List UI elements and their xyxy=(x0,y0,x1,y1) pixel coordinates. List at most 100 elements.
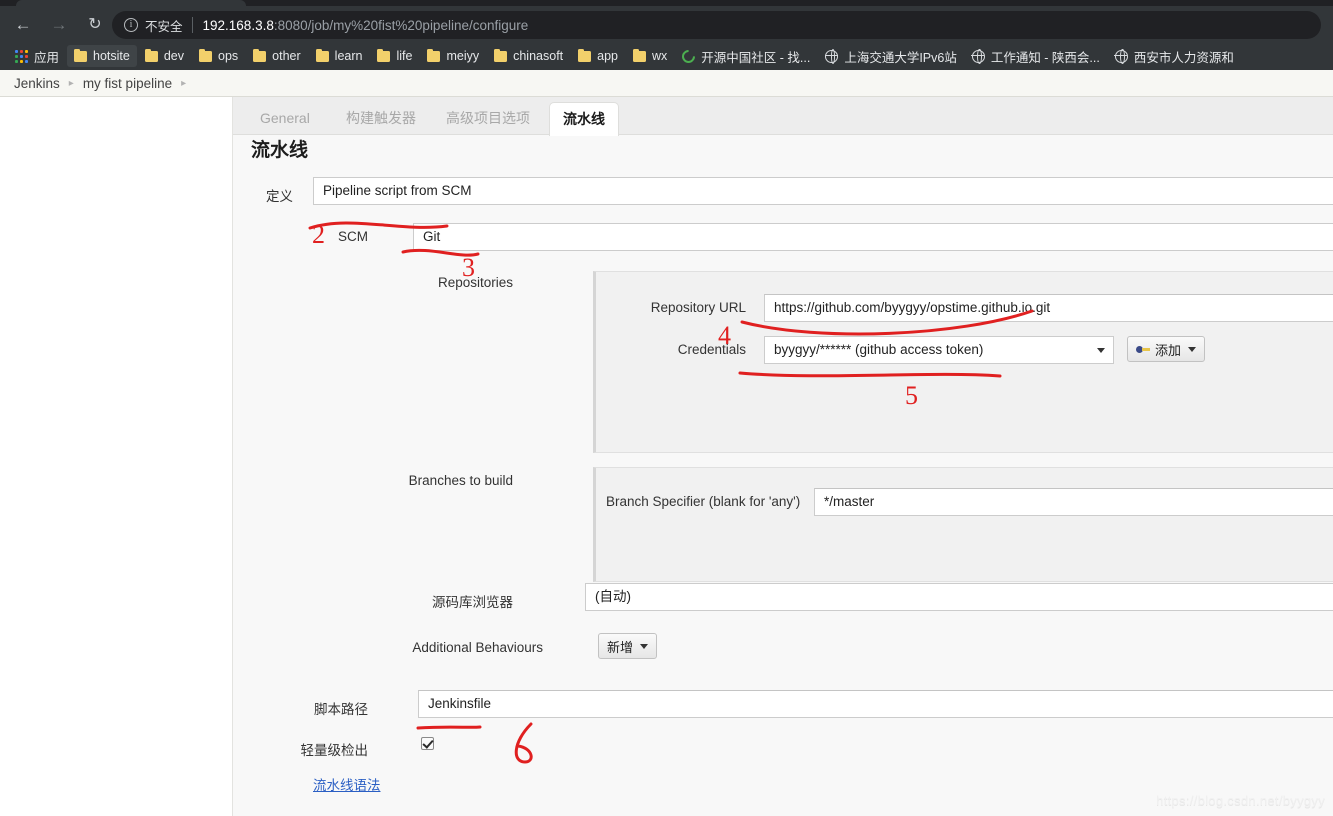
apps-grid-icon xyxy=(15,49,28,63)
folder-icon xyxy=(427,48,441,62)
tab-general[interactable]: General xyxy=(247,103,323,135)
additional-behaviours-label: Additional Behaviours xyxy=(412,640,543,655)
chevron-down-icon xyxy=(1097,348,1105,353)
browser-chrome: ← → ↻ i 不安全 192.168.3.8:8080/job/my%20fi… xyxy=(0,0,1333,70)
key-icon xyxy=(1136,345,1150,354)
bookmark-ops[interactable]: ops xyxy=(192,45,245,67)
bookmark-life[interactable]: life xyxy=(370,45,419,67)
bookmark-label: ops xyxy=(218,49,239,63)
bookmark-label: 西安市人力资源和 xyxy=(1133,50,1234,65)
branch-specifier-input[interactable]: */master xyxy=(814,488,1333,516)
lightweight-checkout-checkbox[interactable] xyxy=(421,737,434,750)
bookmark-label: life xyxy=(396,49,413,63)
url-path: :8080/job/my%20fist%20pipeline/configure xyxy=(273,17,529,33)
bookmark-应用[interactable]: 应用 xyxy=(8,45,66,67)
page-title: 流水线 xyxy=(251,140,309,161)
credentials-value: byygyy/****** (github access token) xyxy=(774,342,984,357)
globe-icon xyxy=(971,49,985,65)
omnibox-divider xyxy=(191,17,193,33)
folder-icon xyxy=(578,48,592,62)
pipeline-syntax-link[interactable]: 流水线语法 xyxy=(313,774,381,794)
bookmark-label: 开源中国社区 - 找... xyxy=(701,50,811,65)
breadcrumb-item-job[interactable]: my fist pipeline xyxy=(83,76,172,91)
watermark: https://blog.csdn.net/byygyy xyxy=(1156,793,1325,808)
pipeline-config-form: 流水线 定义 Pipeline script from SCM SCM Git … xyxy=(233,135,1333,816)
globe-icon xyxy=(824,49,839,65)
bookmark-hotsite[interactable]: hotsite xyxy=(67,45,137,67)
bookmark-label: other xyxy=(272,49,301,63)
breadcrumb-separator-icon: ▸ xyxy=(68,77,74,89)
bookmark-label: hotsite xyxy=(93,49,130,63)
tab-advanced-options[interactable]: 高级项目选项 xyxy=(433,103,543,135)
browser-window: ← → ↻ i 不安全 192.168.3.8:8080/job/my%20fi… xyxy=(0,0,1333,816)
bookmark-meiyy[interactable]: meiyy xyxy=(420,45,486,67)
bookmark-工作通知 - 陕西会...[interactable]: 工作通知 - 陕西会... xyxy=(965,45,1107,67)
folder-icon xyxy=(377,48,391,62)
bookmark-开源中国社区 - 找...[interactable]: 开源中国社区 - 找... xyxy=(675,45,817,67)
additional-behaviours-add-button[interactable]: 新增 xyxy=(598,633,658,659)
repo-browser-select[interactable]: (自动) xyxy=(585,583,1333,611)
browser-toolbar: ← → ↻ i 不安全 192.168.3.8:8080/job/my%20fi… xyxy=(0,6,1333,42)
repo-browser-label: 源码库浏览器 xyxy=(432,595,513,610)
url-text: 192.168.3.8:8080/job/my%20fist%20pipelin… xyxy=(203,18,529,33)
bookmark-other[interactable]: other xyxy=(246,45,308,67)
add-button-label: 添加 xyxy=(1155,342,1182,358)
bookmark-dev[interactable]: dev xyxy=(138,45,191,67)
add-credentials-button[interactable]: 添加 xyxy=(1127,336,1206,362)
bookmark-西安市人力资源和[interactable]: 西安市人力资源和 xyxy=(1108,45,1241,67)
bookmark-label: 应用 xyxy=(34,50,60,65)
bookmark-app[interactable]: app xyxy=(571,45,625,67)
folder-icon xyxy=(253,48,267,62)
lightweight-checkout-label: 轻量级检出 xyxy=(300,743,369,758)
chevron-down-icon xyxy=(1188,346,1197,352)
folder-icon xyxy=(144,48,158,62)
branch-specifier-label: Branch Specifier (blank for 'any') xyxy=(606,494,801,509)
globe-icon xyxy=(1114,49,1128,65)
scm-label: SCM xyxy=(338,229,368,244)
add-behaviour-label: 新增 xyxy=(607,639,634,655)
repository-url-input[interactable]: https://github.com/byygyy/opstime.github… xyxy=(764,294,1333,322)
repository-url-label: Repository URL xyxy=(650,300,746,315)
branches-to-build-label: Branches to build xyxy=(408,473,513,488)
branches-panel: Branch Specifier (blank for 'any') */mas… xyxy=(593,467,1333,582)
definition-select[interactable]: Pipeline script from SCM xyxy=(313,177,1333,205)
folder-icon xyxy=(315,48,329,62)
oschina-icon xyxy=(679,46,698,66)
credentials-label: Credentials xyxy=(677,342,746,357)
bookmark-learn[interactable]: learn xyxy=(309,45,370,67)
folder-icon xyxy=(74,48,88,62)
bookmark-label: chinasoft xyxy=(513,49,564,63)
bookmark-label: meiyy xyxy=(446,49,480,63)
back-arrow-icon[interactable]: ← xyxy=(12,14,34,36)
bookmark-上海交通大学IPv6站[interactable]: 上海交通大学IPv6站 xyxy=(818,45,964,67)
breadcrumb-separator-icon-2: ▸ xyxy=(181,77,187,89)
bookmark-label: dev xyxy=(163,49,185,63)
forward-arrow-icon[interactable]: → xyxy=(48,14,70,36)
scm-select[interactable]: Git xyxy=(413,223,1333,251)
breadcrumb: Jenkins ▸ my fist pipeline ▸ xyxy=(0,70,1333,97)
reload-icon[interactable]: ↻ xyxy=(84,14,106,36)
address-bar[interactable]: i 不安全 192.168.3.8:8080/job/my%20fist%20p… xyxy=(112,11,1321,39)
bookmark-label: app xyxy=(597,49,618,63)
repositories-label: Repositories xyxy=(437,275,513,290)
info-circle-icon[interactable]: i xyxy=(124,18,138,32)
url-host: 192.168.3.8 xyxy=(202,17,274,33)
main-content: General 构建触发器 高级项目选项 流水线 流水线 定义 Pipeline… xyxy=(233,97,1333,816)
folder-icon xyxy=(633,48,646,62)
bookmark-label: wx xyxy=(652,49,668,63)
bookmark-chinasoft[interactable]: chinasoft xyxy=(487,45,570,67)
chevron-down-icon xyxy=(640,643,649,649)
credentials-select[interactable]: byygyy/****** (github access token) xyxy=(764,336,1114,364)
config-tab-bar: General 构建触发器 高级项目选项 流水线 xyxy=(233,97,1333,136)
bookmark-label: 工作通知 - 陕西会... xyxy=(990,50,1100,65)
bookmark-wx[interactable]: wx xyxy=(626,45,674,67)
security-status-label: 不安全 xyxy=(145,19,183,34)
tab-build-triggers[interactable]: 构建触发器 xyxy=(333,103,429,135)
left-sidebar xyxy=(0,97,233,816)
breadcrumb-item-jenkins[interactable]: Jenkins xyxy=(14,76,60,91)
repositories-panel: Repository URL https://github.com/byygyy… xyxy=(593,271,1333,453)
script-path-input[interactable]: Jenkinsfile xyxy=(418,690,1333,718)
tab-pipeline[interactable]: 流水线 xyxy=(549,102,619,136)
definition-label: 定义 xyxy=(266,189,293,204)
bookmark-label: 上海交通大学IPv6站 xyxy=(844,50,957,65)
